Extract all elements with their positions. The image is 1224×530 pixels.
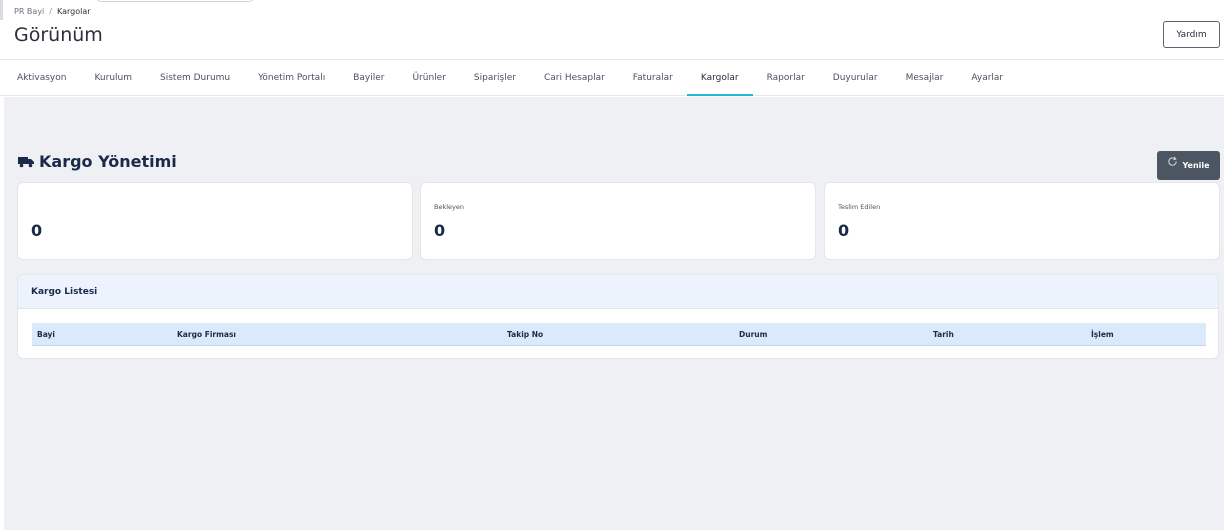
stat-label: Bekleyen: [434, 203, 464, 211]
refresh-button[interactable]: Yenile: [1157, 151, 1220, 180]
column-header-tarih[interactable]: Tarih: [933, 323, 954, 346]
main-content: Kargo Yönetimi Yenile 0 Bekleyen 0 Tesli…: [4, 97, 1224, 530]
tab-aktivasyon[interactable]: Aktivasyon: [3, 60, 80, 95]
tab-faturalar[interactable]: Faturalar: [619, 60, 687, 95]
section-title: Kargo Yönetimi: [39, 152, 177, 171]
help-button[interactable]: Yardım: [1163, 21, 1220, 48]
breadcrumb-separator: /: [49, 7, 52, 16]
cargo-list-card: Kargo Listesi Bayi Kargo Firması Takip N…: [17, 274, 1219, 359]
column-header-durum[interactable]: Durum: [739, 323, 767, 346]
section-heading: Kargo Yönetimi: [18, 152, 177, 171]
breadcrumb: PR Bayi / Kargolar: [14, 7, 91, 16]
tab-kurulum[interactable]: Kurulum: [80, 60, 146, 95]
refresh-label: Yenile: [1182, 161, 1210, 170]
tab-duyurular[interactable]: Duyurular: [819, 60, 892, 95]
stat-value: 0: [434, 221, 446, 240]
column-header-islem[interactable]: İşlem: [1091, 323, 1114, 346]
page-title: Görünüm: [14, 24, 103, 46]
top-search-pill[interactable]: [96, 0, 254, 2]
tab-raporlar[interactable]: Raporlar: [753, 60, 819, 95]
truck-icon: [18, 156, 34, 167]
tab-mesajlar[interactable]: Mesajlar: [892, 60, 958, 95]
tab-cari-hesaplar[interactable]: Cari Hesaplar: [530, 60, 619, 95]
table-header-row: Bayi Kargo Firması Takip No Durum Tarih …: [32, 323, 1206, 346]
column-header-takip-no[interactable]: Takip No: [507, 323, 543, 346]
tab-siparisler[interactable]: Siparişler: [460, 60, 530, 95]
stat-card-pending: Bekleyen 0: [420, 182, 816, 260]
tab-bayiler[interactable]: Bayiler: [339, 60, 398, 95]
tab-sistem-durumu[interactable]: Sistem Durumu: [146, 60, 244, 95]
stat-value: 0: [838, 221, 850, 240]
stat-value: 0: [31, 221, 43, 240]
tab-ayarlar[interactable]: Ayarlar: [957, 60, 1017, 95]
column-header-bayi[interactable]: Bayi: [37, 323, 55, 346]
stat-card-total: 0: [17, 182, 413, 260]
stat-card-delivered: Teslim Edilen 0: [824, 182, 1220, 260]
window-edge: [0, 0, 3, 20]
tab-yonetim-portali[interactable]: Yönetim Portalı: [244, 60, 339, 95]
tab-kargolar[interactable]: Kargolar: [686, 60, 753, 96]
main-tabs: Aktivasyon Kurulum Sistem Durumu Yönetim…: [0, 59, 1224, 96]
stat-label: Teslim Edilen: [838, 203, 881, 211]
tab-urunler[interactable]: Ürünler: [398, 60, 459, 95]
refresh-icon: [1168, 156, 1178, 166]
breadcrumb-current: Kargolar: [56, 7, 91, 16]
cargo-list-title: Kargo Listesi: [18, 275, 1218, 309]
breadcrumb-root[interactable]: PR Bayi: [14, 7, 44, 16]
column-header-kargo-firmasi[interactable]: Kargo Firması: [177, 323, 236, 346]
